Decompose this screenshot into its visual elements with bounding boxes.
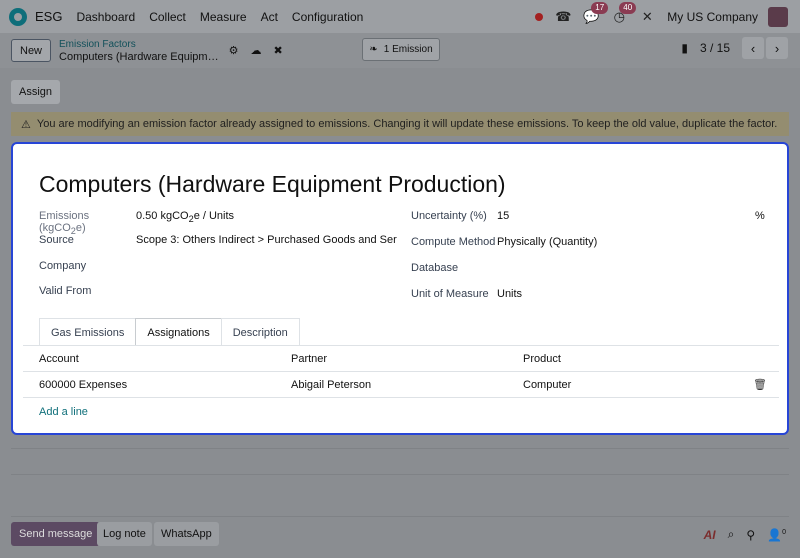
chevron-right-icon: › — [774, 40, 780, 56]
send-message-button[interactable]: Send message — [11, 522, 101, 546]
divider — [11, 448, 789, 449]
record-title[interactable]: Computers (Hardware Equipment Production… — [39, 171, 506, 198]
messages-icon[interactable]: 💬 17 — [583, 1, 609, 25]
ai-icon[interactable]: AI — [704, 528, 716, 542]
form-sheet: Computers (Hardware Equipment Production… — [11, 142, 789, 435]
bookmark-icon[interactable]: ▮ — [681, 41, 688, 55]
pager-value[interactable]: 3 / 15 — [700, 41, 730, 55]
app-name[interactable]: ESG — [35, 9, 62, 24]
add-line-link[interactable]: Add a line — [39, 406, 88, 418]
company-label: Company — [39, 260, 87, 272]
chatter-bar: Send message Log note WhatsApp AI ⌕ ⚲ 👤0 — [0, 520, 800, 550]
uom-field: Unit of Measure Units — [411, 288, 522, 300]
source-label: Source — [39, 234, 74, 246]
phone-icon[interactable]: ☎ — [555, 9, 571, 25]
smart-button-label: 1 Emission — [383, 44, 433, 55]
main-menu: Dashboard Collect Measure Act Configurat… — [76, 10, 377, 24]
activity-clock-icon[interactable]: ◷ 40 — [611, 1, 637, 25]
source-field: Source Scope 3: Others Indirect > Purcha… — [39, 234, 397, 246]
navbar-right: ☎ 💬 17 ◷ 40 ✕ My US Company — [535, 1, 800, 27]
uom-value[interactable]: Units — [497, 288, 522, 300]
menu-dashboard[interactable]: Dashboard — [76, 10, 135, 24]
uncertainty-label: Uncertainty (%) — [411, 210, 487, 222]
cell-account[interactable]: 600000 Expenses — [39, 379, 127, 391]
tab-description[interactable]: Description — [220, 318, 300, 346]
table-row[interactable]: 600000 Expenses Abigail Peterson Compute… — [23, 372, 779, 398]
gear-icon[interactable]: ⚙ — [229, 44, 239, 57]
compute-method-value[interactable]: Physically (Quantity) — [497, 236, 597, 248]
menu-measure[interactable]: Measure — [200, 10, 247, 24]
breadcrumb-current: Computers (Hardware Equipm… — [59, 50, 219, 63]
cell-product[interactable]: Computer — [523, 379, 571, 391]
discard-icon[interactable]: ✖ — [273, 44, 282, 57]
emissions-value: 0.50 kgCO2e / Units — [136, 210, 235, 225]
compute-method-field: Compute Method Physically (Quantity) — [411, 236, 597, 248]
emissions-field: Emissions (kgCO2e) 0.50 kgCO2e / Units — [39, 210, 234, 236]
paperclip-icon[interactable]: ⚲ — [746, 528, 755, 542]
new-button[interactable]: New — [11, 39, 52, 62]
emissions-label: Emissions (kgCO2e) — [39, 210, 90, 237]
cloud-upload-icon[interactable]: ☁ — [250, 44, 261, 57]
user-avatar[interactable] — [768, 6, 788, 27]
database-label: Database — [411, 262, 459, 274]
divider — [11, 516, 789, 517]
activity-badge: 40 — [619, 1, 637, 14]
log-note-button[interactable]: Log note — [97, 522, 152, 546]
uncertainty-field: Uncertainty (%) 15 — [411, 210, 509, 222]
menu-collect[interactable]: Collect — [149, 10, 186, 24]
warning-icon: ⚠ — [21, 118, 31, 131]
whatsapp-button[interactable]: WhatsApp — [154, 522, 219, 546]
breadcrumb-parent[interactable]: Emission Factors — [59, 38, 219, 51]
control-panel: New Emission Factors Computers (Hardware… — [0, 33, 800, 68]
uncertainty-value[interactable]: 15 — [497, 210, 509, 222]
divider — [11, 474, 789, 475]
statusbar: Assign — [0, 78, 800, 106]
pager-previous-button[interactable]: ‹ — [742, 37, 764, 59]
tab-assignations[interactable]: Assignations — [135, 318, 222, 346]
record-actions: ⚙ ☁ ✖ — [229, 44, 295, 57]
breadcrumb: Emission Factors Computers (Hardware Equ… — [59, 38, 219, 64]
assign-button[interactable]: Assign — [11, 80, 61, 104]
warning-alert: ⚠ You are modifying an emission factor a… — [11, 112, 789, 136]
source-value[interactable]: Scope 3: Others Indirect > Purchased Goo… — [136, 234, 397, 246]
compute-method-label: Compute Method — [411, 236, 496, 248]
search-icon[interactable]: ⌕ — [728, 527, 735, 542]
menu-act[interactable]: Act — [261, 10, 278, 24]
uncertainty-unit: % — [755, 210, 765, 222]
company-field: Company — [39, 260, 136, 272]
trash-icon[interactable]: 🗑 — [753, 378, 767, 391]
followers-count: 0 — [782, 528, 786, 536]
company-switcher[interactable]: My US Company — [667, 10, 758, 24]
app-logo-icon[interactable] — [9, 7, 27, 26]
uom-label: Unit of Measure — [411, 288, 489, 300]
notebook-tabs: Gas Emissions Assignations Description — [39, 318, 300, 346]
chatter-icons: AI ⌕ ⚲ 👤0 — [692, 527, 786, 542]
messages-badge: 17 — [591, 1, 609, 14]
column-partner[interactable]: Partner — [291, 353, 327, 365]
chevron-left-icon: ‹ — [750, 40, 756, 56]
tab-gas-emissions[interactable]: Gas Emissions — [39, 318, 137, 346]
leaf-icon: ❧ — [369, 44, 378, 55]
cell-partner[interactable]: Abigail Peterson — [291, 379, 371, 391]
followers-icon[interactable]: 👤0 — [767, 528, 786, 542]
valid-from-field: Valid From — [39, 285, 136, 297]
column-account[interactable]: Account — [39, 353, 79, 365]
valid-from-label: Valid From — [39, 285, 92, 297]
pager: ▮ 3 / 15 ‹ › — [681, 37, 788, 59]
emission-smart-button[interactable]: ❧ 1 Emission — [362, 38, 440, 61]
warning-text: You are modifying an emission factor alr… — [36, 118, 778, 130]
database-field: Database — [411, 262, 497, 274]
column-product[interactable]: Product — [523, 353, 561, 365]
menu-configuration[interactable]: Configuration — [292, 10, 363, 24]
pager-next-button[interactable]: › — [766, 37, 788, 59]
top-navbar: ESG Dashboard Collect Measure Act Config… — [0, 0, 800, 33]
tools-icon[interactable]: ✕ — [639, 9, 655, 25]
recording-dot-icon[interactable] — [535, 12, 544, 21]
table-header: Account Partner Product — [23, 346, 779, 372]
